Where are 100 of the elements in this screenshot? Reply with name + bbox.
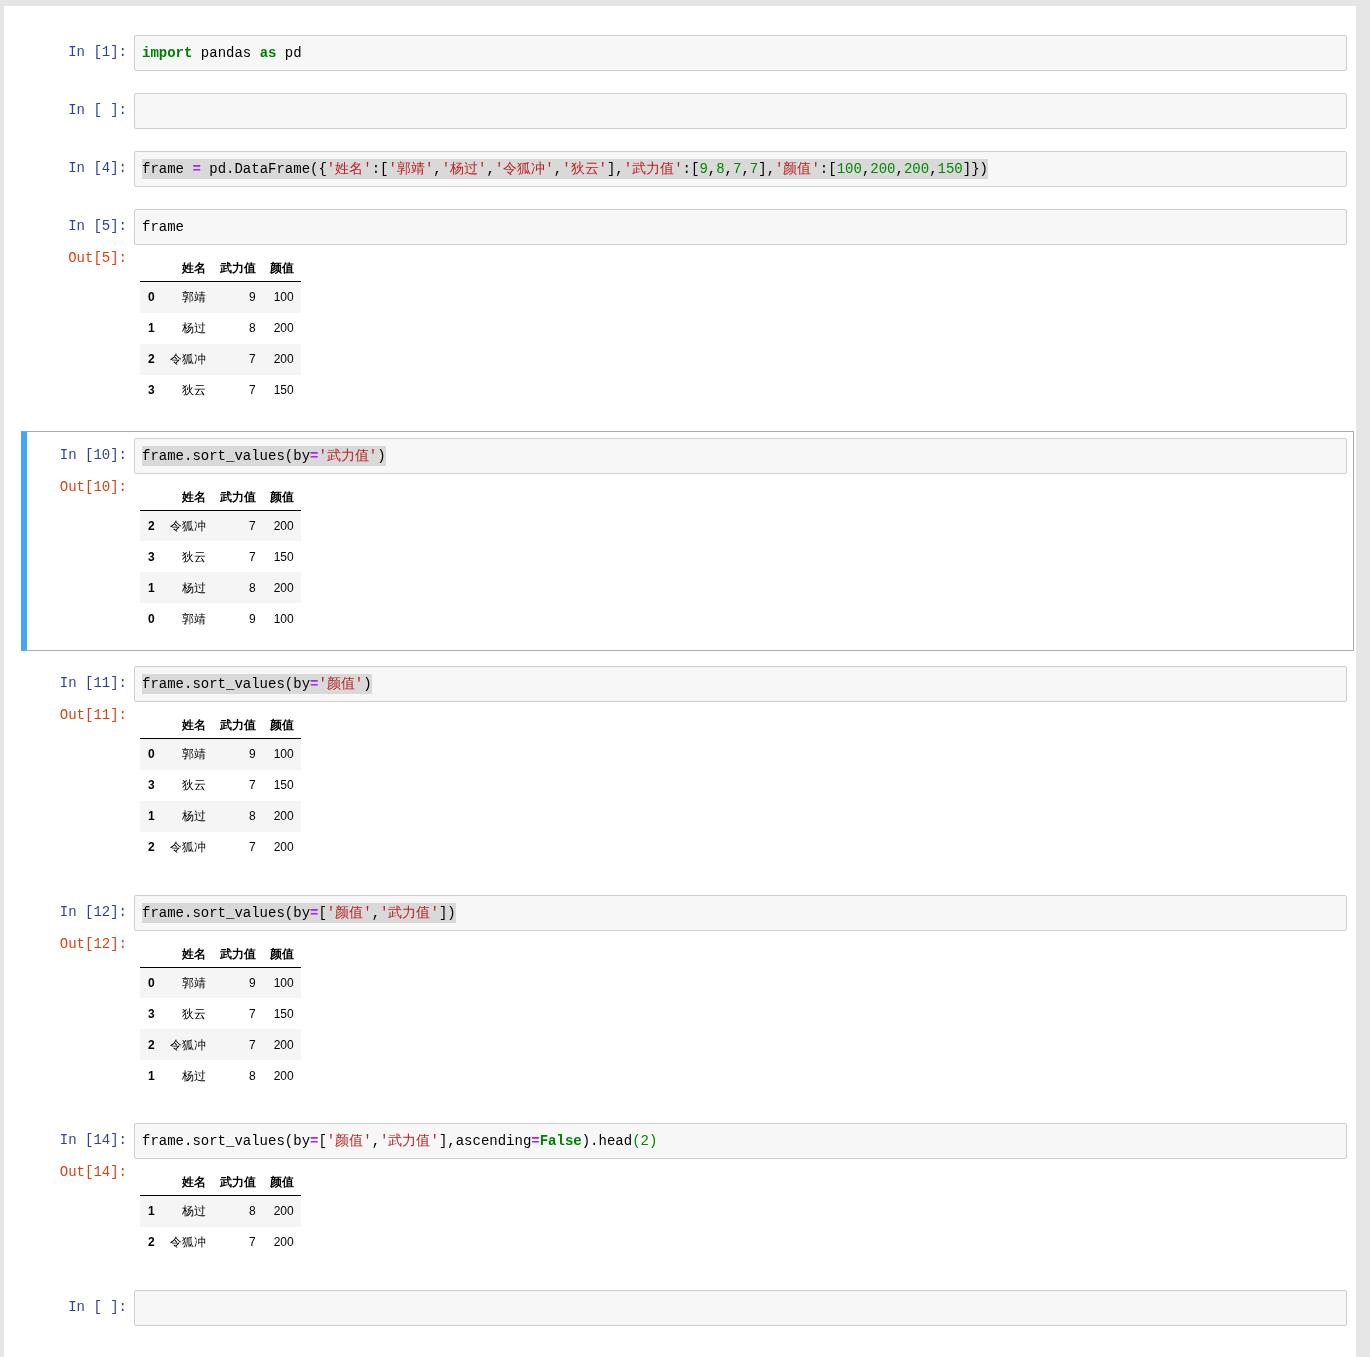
code-line: import pandas as pd — [142, 44, 302, 63]
output-prompt: Out[11]: — [59, 706, 127, 724]
table-cell: 狄云 — [162, 374, 213, 406]
table-cell: 8 — [212, 572, 263, 603]
table-cell: 200 — [262, 572, 301, 603]
table-cell: 令狐冲 — [162, 343, 213, 375]
column-header: 武力值 — [212, 940, 263, 967]
table-cell: 杨过 — [162, 572, 213, 603]
code-input[interactable]: frame — [134, 209, 1347, 245]
table-cell: 7 — [212, 1029, 263, 1060]
row-index: 3 — [140, 998, 163, 1029]
code-input[interactable] — [134, 1289, 1347, 1326]
output-prompt: Out[5]: — [68, 249, 127, 267]
column-header: 姓名 — [162, 940, 213, 967]
table-cell: 杨过 — [162, 1060, 213, 1091]
input-prompt: In [12]: — [59, 902, 127, 921]
row-index: 3 — [140, 541, 163, 572]
table-cell: 狄云 — [162, 998, 213, 1029]
table-cell: 狄云 — [162, 541, 213, 572]
table-cell: 150 — [262, 998, 301, 1029]
row-index: 1 — [140, 312, 163, 344]
table-cell: 7 — [212, 1226, 263, 1258]
column-header: 武力值 — [212, 255, 263, 282]
input-prompt: In [1]: — [68, 43, 127, 61]
code-input[interactable] — [134, 93, 1347, 129]
row-index: 2 — [140, 831, 163, 863]
output-prompt: Out[10]: — [59, 477, 127, 496]
table-cell: 9 — [212, 967, 263, 998]
table-cell: 7 — [212, 998, 263, 1029]
table-cell: 7 — [212, 343, 263, 375]
column-header: 姓名 — [162, 1169, 213, 1196]
table-cell: 杨过 — [162, 800, 213, 832]
code-line: frame.sort_values(by=['颜值','武力值'],ascending=False).head(2) — [142, 1132, 658, 1151]
row-index: 2 — [140, 343, 163, 375]
row-index: 1 — [140, 1060, 163, 1091]
table-cell: 杨过 — [162, 312, 213, 344]
column-header: 颜值 — [262, 1169, 301, 1196]
input-prompt: In [5]: — [68, 217, 127, 235]
table-cell: 8 — [212, 1195, 263, 1227]
row-index: 1 — [140, 572, 163, 603]
column-header: 颜值 — [262, 483, 301, 510]
table-cell: 郭靖 — [162, 967, 213, 998]
table-cell: 7 — [212, 769, 263, 801]
column-header: 颜值 — [262, 712, 301, 739]
table-cell: 8 — [212, 312, 263, 344]
input-prompt: In [ ]: — [68, 1297, 127, 1316]
table-cell: 200 — [262, 510, 301, 541]
row-index: 0 — [140, 738, 163, 770]
code-input[interactable]: frame = pd.DataFrame({'姓名':['郭靖','杨过','令狐冲','狄云'],'武力值':[9,8,7,7],'颜值':[100,200,200,150]}) — [134, 151, 1347, 187]
code-input[interactable]: import pandas as pd — [134, 35, 1347, 71]
code-input[interactable]: frame.sort_values(by=['颜值','武力值'],ascending=False).head(2) — [134, 1123, 1347, 1159]
table-cell: 200 — [262, 800, 301, 832]
input-prompt: In [14]: — [59, 1131, 127, 1149]
table-cell: 150 — [262, 769, 301, 801]
table-cell: 7 — [212, 374, 263, 406]
table-cell: 200 — [262, 1226, 301, 1258]
table-cell: 100 — [262, 603, 301, 634]
column-header: 颜值 — [262, 255, 301, 282]
column-header: 姓名 — [162, 712, 213, 739]
table-cell: 8 — [212, 1060, 263, 1091]
output-prompt: Out[14]: — [59, 1163, 127, 1181]
table-cell: 150 — [262, 374, 301, 406]
table-cell: 令狐冲 — [162, 1226, 213, 1258]
column-header: 姓名 — [162, 483, 213, 510]
table-cell: 200 — [262, 831, 301, 863]
table-cell: 200 — [262, 1060, 301, 1091]
row-index: 1 — [140, 800, 163, 832]
row-index: 2 — [140, 1029, 163, 1060]
table-cell: 令狐冲 — [162, 510, 213, 541]
table-cell: 7 — [212, 541, 263, 572]
table-cell: 狄云 — [162, 769, 213, 801]
table-cell: 100 — [262, 281, 301, 313]
code-line: frame — [142, 218, 184, 237]
column-header: 武力值 — [212, 483, 263, 510]
table-cell: 200 — [262, 1195, 301, 1227]
table-cell: 郭靖 — [162, 738, 213, 770]
table-cell: 杨过 — [162, 1195, 213, 1227]
table-cell: 9 — [212, 603, 263, 634]
table-cell: 9 — [212, 281, 263, 313]
input-prompt: In [ ]: — [68, 101, 127, 119]
table-cell: 200 — [262, 312, 301, 344]
table-cell: 200 — [262, 343, 301, 375]
row-index: 3 — [140, 769, 163, 801]
output-prompt: Out[12]: — [59, 934, 127, 953]
input-prompt: In [11]: — [59, 674, 127, 692]
table-cell: 令狐冲 — [162, 1029, 213, 1060]
table-cell: 郭靖 — [162, 281, 213, 313]
table-cell: 7 — [212, 510, 263, 541]
code-input[interactable]: frame.sort_values(by='颜值') — [134, 666, 1347, 702]
table-cell: 令狐冲 — [162, 831, 213, 863]
column-header: 武力值 — [212, 712, 263, 739]
selected-cell[interactable]: In [10]: frame.sort_values(by='武力值') Out[10]: 姓名 武力值 颜值 2 令狐冲 7 200 3 狄云 7 150 1 杨过 8 200 0 郭靖 9 100 — [21, 430, 1354, 651]
table-cell: 200 — [262, 1029, 301, 1060]
table-cell: 9 — [212, 738, 263, 770]
code-input[interactable]: frame.sort_values(by=['颜值','武力值']) — [134, 894, 1347, 931]
column-header: 武力值 — [212, 1169, 263, 1196]
table-cell: 郭靖 — [162, 603, 213, 634]
row-index: 0 — [140, 603, 163, 634]
code-input[interactable]: frame.sort_values(by='武力值') — [134, 437, 1347, 474]
row-index: 1 — [140, 1195, 163, 1227]
